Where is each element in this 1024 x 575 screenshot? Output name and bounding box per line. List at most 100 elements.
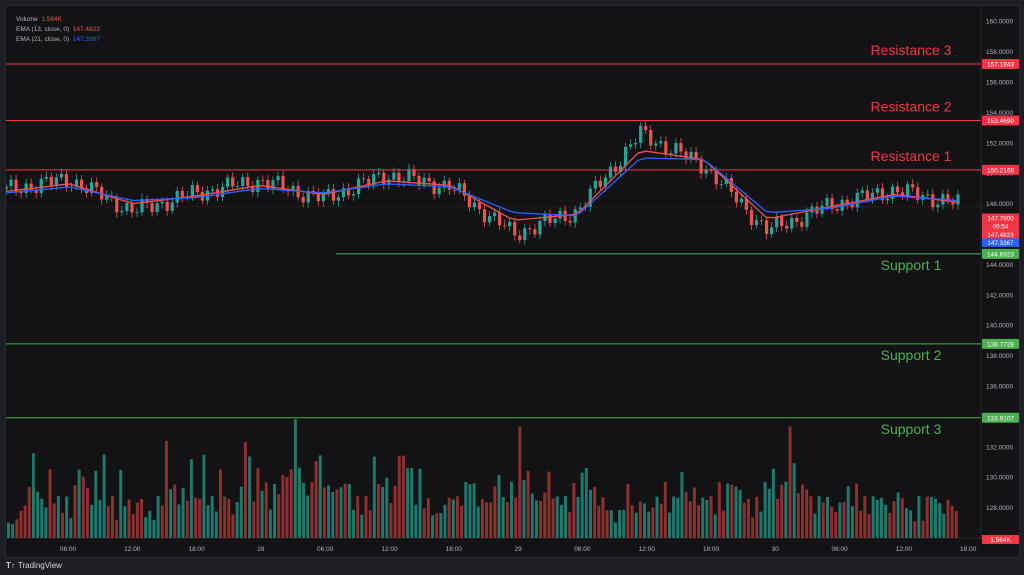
volume-bar <box>684 492 688 538</box>
level-label: Support 1 <box>881 257 942 273</box>
volume-bar <box>505 502 509 538</box>
candle-body <box>392 172 396 180</box>
level-price-tag-text: 133.9107 <box>987 415 1014 422</box>
candle-body <box>613 166 618 172</box>
volume-bar <box>929 497 933 538</box>
chart-panel[interactable]: 160.0000 158.0000 156.0000 154.0000 152.0000… <box>5 5 1020 558</box>
volume-bar <box>144 517 148 538</box>
volume-bar <box>917 496 921 538</box>
y-tick-label: 156.0000 <box>986 80 1013 87</box>
volume-bar <box>942 513 946 538</box>
price-chart[interactable]: 160.0000158.0000156.0000154.0000152.0000… <box>6 6 1019 557</box>
x-tick-label: 30 <box>772 546 780 553</box>
volume-bar <box>214 511 218 538</box>
volume-bar <box>310 482 314 538</box>
candle-body <box>437 187 441 195</box>
level-price-tag-text: 150.2168 <box>987 167 1014 174</box>
volume-bar <box>547 471 551 538</box>
legend-ema21-label: EMA (21, close, 0) <box>16 36 70 43</box>
volume-bar <box>314 460 318 538</box>
volume-bar <box>792 463 796 538</box>
volume-bar <box>447 497 451 538</box>
candle-body <box>190 185 194 197</box>
volume-bar <box>805 489 809 538</box>
volume-bar <box>717 482 721 538</box>
volume-bar <box>638 501 642 538</box>
volume-bar <box>185 500 189 538</box>
volume-bar <box>385 477 389 538</box>
volume-bar <box>572 483 576 538</box>
volume-bar <box>131 514 135 538</box>
candle-body <box>170 202 174 211</box>
volume-bar <box>830 506 834 538</box>
candle-body <box>276 176 280 181</box>
volume-bar <box>27 487 31 538</box>
candle-body <box>120 211 124 213</box>
volume-bar <box>439 512 443 538</box>
candle-body <box>860 190 864 193</box>
candle-body <box>533 229 537 235</box>
volume-bar <box>401 455 405 538</box>
price-tag-ema21-text: 147.3367 <box>987 240 1014 247</box>
candle-body <box>598 180 602 187</box>
tradingview-brand[interactable]: T↑ TradingView <box>6 561 62 570</box>
volume-bar <box>867 514 871 538</box>
level-price-tag-text: 157.1843 <box>987 61 1014 68</box>
volume-bar <box>655 496 659 538</box>
volume-bar <box>148 510 152 538</box>
candle-body <box>482 209 487 223</box>
volume-bar <box>372 456 376 538</box>
candle-body <box>508 221 512 227</box>
volume-bar <box>776 498 780 538</box>
price-tag-ema13-text: 147.4823 <box>987 232 1014 239</box>
volume-bar <box>514 497 518 538</box>
volume-bar <box>680 472 684 538</box>
level-label: Resistance 1 <box>871 148 952 164</box>
volume-bar <box>414 504 418 538</box>
volume-bar <box>534 500 538 538</box>
x-tick-label: 06:00 <box>317 546 334 553</box>
candle-body <box>382 172 386 185</box>
volume-bar <box>809 496 813 538</box>
candle-body <box>180 190 184 198</box>
volume-bar <box>322 487 326 538</box>
x-tick-label: 12:00 <box>639 546 656 553</box>
volume-bar <box>227 498 231 538</box>
candle-body <box>770 227 774 235</box>
volume-bar <box>202 454 206 538</box>
volume-bar <box>36 491 40 538</box>
volume-bar <box>281 474 285 538</box>
candle-body <box>759 220 764 222</box>
candle-body <box>553 218 557 223</box>
candle-body <box>236 186 240 187</box>
candle-body <box>477 202 482 210</box>
candle-body <box>377 172 381 175</box>
x-tick-label: 18:00 <box>960 546 977 553</box>
volume-bar <box>651 507 655 538</box>
volume-bar <box>426 498 430 538</box>
volume-bar <box>169 489 173 538</box>
volume-bar <box>61 512 65 538</box>
level-price-tag-text: 144.6923 <box>987 251 1014 258</box>
candle-body <box>266 180 270 189</box>
volume-bar <box>846 486 850 538</box>
volume-bar <box>160 505 164 538</box>
volume-bar <box>663 482 667 538</box>
volume-bar <box>239 486 243 538</box>
volume-tag-text: 1.564K <box>990 537 1011 544</box>
volume-bar <box>497 474 501 538</box>
candle-body <box>135 212 139 214</box>
volume-bar <box>701 497 705 538</box>
legend-ema13-value: 147.4823 <box>72 26 100 33</box>
volume-bar <box>256 468 260 538</box>
volume-bar <box>331 491 335 538</box>
volume-bar <box>784 481 788 538</box>
candle-body <box>936 204 940 208</box>
volume-bar <box>123 506 127 538</box>
x-tick-label: 12:00 <box>124 546 141 553</box>
candle-body <box>875 188 880 193</box>
volume-bar <box>643 503 647 538</box>
volume-bar <box>194 498 198 538</box>
candle-body <box>664 141 668 154</box>
volume-bar <box>676 497 680 538</box>
